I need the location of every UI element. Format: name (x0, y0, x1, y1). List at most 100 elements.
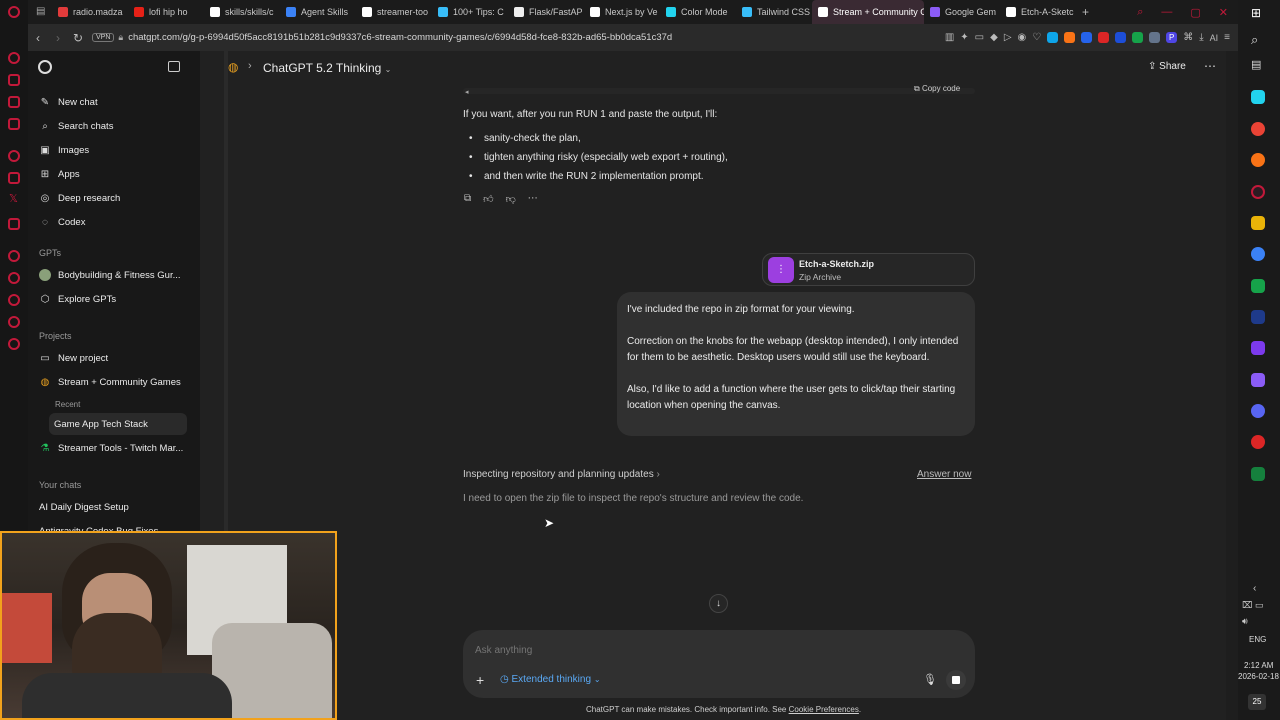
extended-thinking-button[interactable]: ◷ Extended thinking ⌄ (500, 674, 601, 685)
extension-icon[interactable] (1115, 32, 1127, 43)
copy-icon[interactable]: ⧉ (464, 193, 471, 205)
forward-icon[interactable]: › (48, 31, 68, 45)
chevron-left-icon[interactable]: ‹ (1253, 583, 1256, 594)
prompt-input[interactable] (475, 642, 955, 658)
code-block-scroll[interactable] (463, 88, 975, 94)
opera-ext-icon[interactable] (8, 294, 20, 306)
shield-icon[interactable]: ◆ (990, 32, 998, 43)
language-indicator[interactable]: ENG (1249, 635, 1266, 644)
share-button[interactable]: ⇪ Share (1148, 61, 1186, 72)
sidebar-item-new-chat[interactable]: ✎ New chat (34, 91, 188, 113)
camera-icon[interactable]: ◉ (1018, 32, 1027, 43)
tab-menu-icon[interactable]: ▤ (36, 6, 45, 17)
opera-ext-icon[interactable] (8, 96, 20, 108)
extension-icon[interactable] (1081, 32, 1093, 43)
app-icon[interactable] (1251, 373, 1265, 387)
opera-messenger-icon[interactable] (8, 150, 20, 162)
browser-tab[interactable]: Flask/FastAP (508, 0, 584, 24)
opera-icon[interactable] (1251, 185, 1265, 199)
search-icon[interactable]: ⌕ (1251, 32, 1258, 48)
file-explorer-icon[interactable] (1251, 216, 1265, 230)
sidebar-item-codex[interactable]: ◌ Codex (34, 211, 188, 233)
browser-tab[interactable]: Etch-A-Sketc (1000, 0, 1076, 24)
browser-tab[interactable]: Google Gem (924, 0, 1000, 24)
volume-icon[interactable]: 🔊︎ (1242, 616, 1248, 627)
extension-icon[interactable] (1149, 32, 1161, 43)
firefox-icon[interactable] (1251, 153, 1265, 167)
opera-logo-icon[interactable] (8, 6, 20, 18)
cookie-preferences-link[interactable]: Cookie Preferences (789, 705, 859, 714)
thinking-toggle[interactable]: Inspecting repository and planning updat… (463, 469, 660, 480)
browser-tab[interactable]: Tailwind CSS (736, 0, 812, 24)
app-icon[interactable] (1251, 467, 1265, 481)
browser-tab[interactable]: skills/skills/c (204, 0, 280, 24)
browser-tab[interactable]: Color Mode (660, 0, 736, 24)
stop-button[interactable] (946, 670, 966, 690)
windows-start-icon[interactable]: ⊞ (1251, 6, 1261, 20)
ai-button[interactable]: AI (1210, 33, 1219, 43)
thumbs-up-icon[interactable]: 👍︎ (483, 193, 493, 205)
gpt-item-bodybuilding[interactable]: Bodybuilding & Fitness Gur... (34, 264, 188, 286)
chat-item[interactable]: AI Daily Digest Setup (34, 496, 188, 518)
more-icon[interactable]: ⋯ (528, 193, 538, 205)
explore-gpts-item[interactable]: ⬡ Explore GPTs (34, 288, 188, 310)
opera-ext-icon[interactable] (8, 52, 20, 64)
browser-tab[interactable]: radio.madza (52, 0, 128, 24)
thumbs-down-icon[interactable]: 👎︎ (506, 193, 516, 205)
opera-clock-icon[interactable] (8, 316, 20, 328)
lock-icon[interactable]: 🔒︎ (118, 32, 123, 43)
opera-ext-icon[interactable] (8, 218, 20, 230)
extension-icon[interactable] (1132, 32, 1144, 43)
browser-tab[interactable]: streamer-too (356, 0, 432, 24)
task-view-icon[interactable]: ▤ (1251, 58, 1261, 71)
vpn-badge[interactable]: VPN (92, 33, 115, 42)
extension-icon[interactable] (1047, 32, 1059, 43)
discord-icon[interactable] (1251, 404, 1265, 418)
back-icon[interactable]: ‹ (28, 31, 48, 45)
x-icon[interactable]: 𝕏 (9, 192, 18, 205)
project-item-stream[interactable]: ◍ Stream + Community Games (34, 371, 188, 393)
microphone-icon[interactable]: 🎙︎ (923, 673, 937, 686)
maximize-button[interactable]: ▢ (1190, 6, 1200, 19)
main-scrollbar[interactable] (1226, 51, 1238, 720)
browser-tab[interactable]: 100+ Tips: C (432, 0, 508, 24)
project-item-streamer-tools[interactable]: ⚗ Streamer Tools - Twitch Mar... (34, 437, 188, 459)
sidebar-item-apps[interactable]: ⊞ Apps (34, 163, 188, 185)
url-field[interactable]: chatgpt.com/g/g-p-6994d50f5acc8191b51b28… (128, 32, 672, 43)
menu-icon[interactable]: ≡ (1224, 32, 1230, 43)
heart-icon[interactable]: ♡ (1032, 32, 1041, 43)
clock-date[interactable]: 2026-02-18 (1238, 672, 1279, 681)
profile-icon[interactable]: P (1166, 32, 1178, 43)
screenshot-icon[interactable]: ▭ (975, 32, 984, 43)
play-icon[interactable]: ▷ (1004, 32, 1012, 43)
app-icon[interactable] (1251, 310, 1265, 324)
answer-now-button[interactable]: Answer now (917, 469, 971, 480)
browser-tab[interactable]: Stream + Community G (812, 0, 924, 24)
reload-icon[interactable]: ↻ (68, 31, 88, 45)
app-icon[interactable] (1251, 341, 1265, 355)
close-sidebar-icon[interactable] (168, 61, 180, 72)
recent-chat-item[interactable]: Game App Tech Stack (49, 413, 187, 435)
opera-ext-icon[interactable] (8, 118, 20, 130)
browser-tab[interactable]: Next.js by Ve (584, 0, 660, 24)
browser-tab[interactable]: lofi hip ho (128, 0, 204, 24)
app-icon[interactable] (1251, 247, 1265, 261)
browser-tab[interactable]: Agent Skills (280, 0, 356, 24)
scroll-left-icon[interactable]: ◂ (465, 88, 469, 96)
app-icon[interactable] (1251, 279, 1265, 293)
clock-time[interactable]: 2:12 AM (1244, 661, 1273, 670)
project-globe-icon[interactable]: ◍ (228, 60, 238, 74)
notification-badge[interactable]: 25 (1248, 694, 1266, 710)
opera-instagram-icon[interactable] (8, 172, 20, 184)
chrome-icon[interactable] (1251, 122, 1265, 136)
opera-ext-icon[interactable] (8, 250, 20, 262)
tray-icons[interactable]: ⌧ ▭ (1242, 600, 1263, 611)
minimize-button[interactable]: — (1161, 6, 1172, 19)
sidebar-item-search-chats[interactable]: ⌕ Search chats (34, 115, 188, 137)
extension-icon[interactable] (1098, 32, 1110, 43)
opera-settings-icon[interactable] (8, 338, 20, 350)
close-window-button[interactable]: ✕ (1219, 6, 1228, 19)
more-options-icon[interactable]: ⋯ (1204, 59, 1216, 73)
sidebar-item-deep-research[interactable]: ◎ Deep research (34, 187, 188, 209)
pin-icon[interactable]: ✦ (960, 32, 968, 43)
